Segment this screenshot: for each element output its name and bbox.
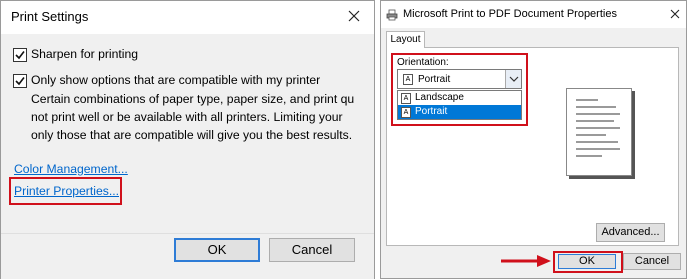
- orientation-label: Orientation:: [397, 57, 449, 68]
- printer-properties-link[interactable]: Printer Properties...: [14, 184, 119, 198]
- dialog-title: Microsoft Print to PDF Document Properti…: [403, 8, 617, 20]
- description-line: Certain combinations of paper type, pape…: [31, 92, 355, 106]
- chevron-down-icon[interactable]: [505, 70, 521, 88]
- title-bar: Print Settings: [1, 1, 374, 34]
- option-landscape[interactable]: A Landscape: [398, 91, 521, 105]
- preview-text-line: [576, 106, 616, 108]
- orientation-options-list: A Landscape A Portrait: [397, 90, 522, 120]
- preview-text-line: [576, 127, 620, 129]
- printer-icon: [386, 8, 398, 21]
- close-icon[interactable]: [345, 7, 363, 25]
- arrow-icon: [501, 253, 553, 269]
- checkmark-icon: [15, 77, 25, 86]
- title-bar: Microsoft Print to PDF Document Properti…: [381, 1, 686, 28]
- preview-text-line: [576, 141, 618, 143]
- page-preview: [566, 88, 632, 176]
- preview-text-line: [576, 113, 620, 115]
- sharpen-label: Sharpen for printing: [31, 47, 139, 61]
- preview-text-line: [576, 99, 598, 101]
- preview-text-line: [576, 148, 620, 150]
- option-label: Portrait: [415, 106, 448, 117]
- cancel-button[interactable]: Cancel: [269, 238, 355, 262]
- orientation-value: Portrait: [418, 74, 451, 85]
- option-label: Landscape: [415, 92, 464, 103]
- dialog-title: Print Settings: [11, 9, 89, 24]
- ok-button[interactable]: OK: [558, 254, 616, 269]
- page-icon: A: [401, 93, 411, 104]
- orientation-dropdown[interactable]: A Portrait: [397, 69, 522, 89]
- close-icon[interactable]: [668, 7, 682, 21]
- cancel-button[interactable]: Cancel: [623, 253, 681, 270]
- compatible-options-label: Only show options that are compatible wi…: [31, 73, 321, 87]
- color-management-link[interactable]: Color Management...: [14, 162, 128, 176]
- page-icon: A: [401, 107, 411, 118]
- page-icon: A: [403, 74, 413, 85]
- compatible-options-checkbox[interactable]: [13, 74, 27, 88]
- preview-text-line: [576, 134, 606, 136]
- sharpen-checkbox[interactable]: [13, 48, 27, 62]
- print-settings-dialog: Print Settings Sharpen for printing Only…: [0, 0, 375, 279]
- ok-button[interactable]: OK: [174, 238, 260, 262]
- description-line: only those that are compatible will give…: [31, 128, 353, 142]
- option-portrait[interactable]: A Portrait: [398, 105, 521, 119]
- preview-text-line: [576, 155, 602, 157]
- description-line: not print well or be available with all …: [31, 110, 343, 124]
- advanced-button[interactable]: Advanced...: [596, 223, 665, 242]
- preview-text-line: [576, 120, 614, 122]
- checkmark-icon: [15, 51, 25, 60]
- tab-layout[interactable]: Layout: [386, 31, 425, 48]
